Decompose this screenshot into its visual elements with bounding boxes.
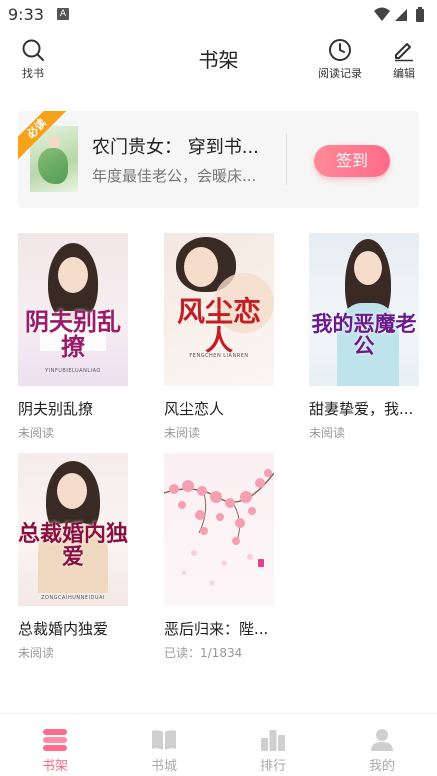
book-status: 已读：1/1834	[164, 646, 243, 660]
cover-title-art: 阴夫别乱撩	[25, 307, 121, 362]
status-icons	[373, 6, 429, 24]
bookshelf-icon	[43, 729, 67, 751]
cover-title-art: 我的恶魔老公	[311, 311, 417, 359]
status-bar: 9:33 A	[0, 0, 437, 30]
ranking-bars-icon	[261, 730, 285, 751]
tab-label: 排行	[259, 759, 286, 774]
book-item[interactable]: 恶后归来：陛... 已读：1/1834	[164, 453, 274, 661]
book-cover[interactable]: 阴夫别乱撩 YINFUBIELUANLIAO	[18, 233, 128, 386]
book-status: 未阅读	[309, 426, 346, 440]
book-status: 未阅读	[164, 426, 201, 440]
book-item[interactable]: 我的恶魔老公 甜妻挚爱，我... 未阅读	[309, 233, 419, 441]
pencil-icon	[395, 43, 413, 62]
book-item[interactable]: 风尘恋人 FENGCHEN LIANREN 风尘恋人 未阅读	[164, 233, 274, 441]
book-cover[interactable]	[164, 453, 274, 606]
battery-icon	[416, 7, 424, 22]
page-title: 书架	[198, 48, 239, 72]
book-title[interactable]: 风尘恋人	[164, 398, 274, 419]
tab-profile[interactable]: 我的	[352, 728, 412, 774]
sign-in-button[interactable]: 签到	[314, 145, 390, 177]
cover-subtitle: ZONGCAIHUNNEIDUAI	[41, 595, 105, 601]
blossom-branch-art	[164, 469, 274, 586]
open-book-icon	[152, 730, 176, 750]
book-title[interactable]: 恶后归来：陛...	[164, 618, 274, 639]
book-status: 未阅读	[18, 646, 55, 660]
book-status: 未阅读	[18, 426, 55, 440]
tab-ranking[interactable]: 排行	[243, 728, 303, 774]
signal-icon	[395, 9, 407, 21]
status-time: 9:33	[8, 5, 44, 24]
wifi-icon	[374, 7, 390, 21]
reading-history-button[interactable]: 阅读记录	[314, 38, 366, 81]
cover-title-art: 总裁婚内独爱	[18, 521, 128, 571]
tab-bookstore[interactable]: 书城	[134, 728, 194, 774]
user-icon	[371, 729, 393, 751]
notification-icon: A	[57, 8, 69, 20]
banner-divider	[286, 133, 287, 185]
book-title[interactable]: 阴夫别乱撩	[18, 398, 128, 419]
cover-subtitle: FENGCHEN LIANREN	[189, 353, 249, 359]
tab-label: 书城	[150, 759, 177, 774]
recommend-banner[interactable]: 必读 农门贵女： 穿到书... 年度最佳老公，会暖床... 签到	[18, 111, 419, 208]
clock-icon	[329, 39, 351, 61]
book-title[interactable]: 总裁婚内独爱	[18, 618, 128, 639]
edit-button[interactable]: 编辑	[389, 38, 419, 81]
book-item[interactable]: 阴夫别乱撩 YINFUBIELUANLIAO 阴夫别乱撩 未阅读	[18, 233, 128, 441]
book-cover[interactable]: 风尘恋人 FENGCHEN LIANREN	[164, 233, 274, 386]
book-cover[interactable]: 我的恶魔老公	[309, 233, 419, 386]
tab-bookshelf[interactable]: 书架	[25, 728, 85, 774]
history-label: 阅读记录	[318, 67, 362, 80]
tab-label: 我的	[368, 759, 395, 774]
book-cover[interactable]: 总裁婚内独爱 ZONGCAIHUNNEIDUAI	[18, 453, 128, 606]
banner-book-desc: 年度最佳老公，会暖床...	[92, 167, 257, 185]
banner-book-title[interactable]: 农门贵女： 穿到书...	[92, 133, 278, 159]
top-bar: 找书 书架 阅读记录 编辑	[0, 30, 437, 90]
cover-subtitle: YINFUBIELUANLIAO	[45, 368, 101, 374]
edit-label: 编辑	[393, 67, 415, 80]
book-item[interactable]: 总裁婚内独爱 ZONGCAIHUNNEIDUAI 总裁婚内独爱 未阅读	[18, 453, 128, 661]
book-title[interactable]: 甜妻挚爱，我...	[309, 398, 419, 419]
tab-label: 书架	[41, 759, 68, 774]
cover-title-art: 风尘恋人	[176, 295, 261, 358]
bottom-tab-bar: 书架 书城 排行 我的	[0, 713, 437, 776]
